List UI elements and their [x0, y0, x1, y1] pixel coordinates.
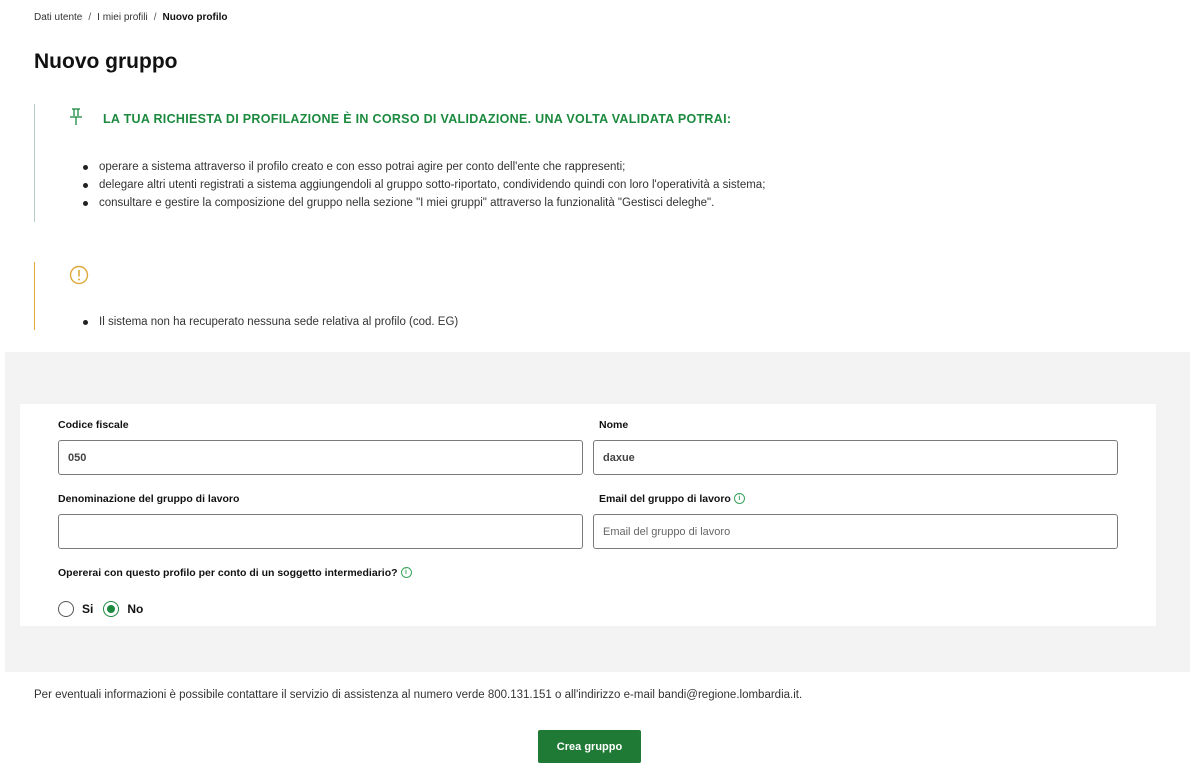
list-item: operare a sistema attraverso il profilo …: [82, 158, 765, 176]
radio-option-si[interactable]: Si: [58, 601, 93, 617]
list-item: delegare altri utenti registrati a siste…: [82, 176, 765, 194]
info-icon[interactable]: i: [400, 567, 412, 578]
intermediario-radio-group: Si No: [58, 601, 153, 617]
breadcrumb-separator: /: [153, 12, 157, 23]
page-title: Nuovo gruppo: [34, 50, 178, 73]
breadcrumb-separator: /: [88, 12, 92, 23]
contact-text: Per eventuali informazioni è possibile c…: [34, 689, 803, 701]
radio-si[interactable]: [58, 601, 74, 617]
nome-label: Nome: [599, 419, 629, 431]
warning-callout: Il sistema non ha recuperato nessuna sed…: [34, 262, 1135, 330]
list-item: consultare e gestire la composizione del…: [82, 194, 765, 212]
warning-callout-list: Il sistema non ha recuperato nessuna sed…: [75, 313, 458, 331]
radio-option-no[interactable]: No: [103, 601, 143, 617]
intermediario-label: Opererai con questo profilo per conto di…: [58, 567, 398, 579]
crea-gruppo-button[interactable]: Crea gruppo: [538, 730, 641, 763]
radio-label-si: Si: [82, 602, 94, 616]
info-callout-title: LA TUA RICHIESTA DI PROFILAZIONE È IN CO…: [103, 112, 732, 126]
denominazione-input[interactable]: [58, 514, 583, 549]
radio-label-no: No: [127, 602, 144, 616]
breadcrumb-item-current: Nuovo profilo: [162, 12, 228, 23]
radio-no[interactable]: [103, 601, 120, 617]
list-item: Il sistema non ha recuperato nessuna sed…: [82, 313, 458, 331]
email-input[interactable]: [593, 514, 1118, 549]
denominazione-label: Denominazione del gruppo di lavoro: [58, 493, 240, 505]
breadcrumb-item-miei-profili[interactable]: I miei profili: [97, 12, 148, 23]
email-label-wrap: Email del gruppo di lavoro i: [599, 493, 745, 505]
nome-input[interactable]: [593, 440, 1118, 475]
codice-fiscale-input[interactable]: [58, 440, 583, 475]
info-icon[interactable]: i: [733, 493, 745, 504]
form-card: Codice fiscale Nome Denominazione del gr…: [20, 404, 1156, 626]
breadcrumb-item-dati-utente[interactable]: Dati utente: [34, 12, 82, 23]
codice-fiscale-label: Codice fiscale: [58, 419, 129, 431]
intermediario-label-wrap: Opererai con questo profilo per conto di…: [58, 567, 412, 579]
form-section: Codice fiscale Nome Denominazione del gr…: [5, 352, 1190, 672]
pin-icon: [70, 108, 82, 125]
info-callout: LA TUA RICHIESTA DI PROFILAZIONE È IN CO…: [34, 104, 1135, 222]
email-label: Email del gruppo di lavoro: [599, 493, 731, 505]
info-callout-list: operare a sistema attraverso il profilo …: [75, 158, 765, 212]
breadcrumb: Dati utente / I miei profili / Nuovo profilo: [34, 12, 228, 23]
warning-icon: [69, 265, 89, 285]
